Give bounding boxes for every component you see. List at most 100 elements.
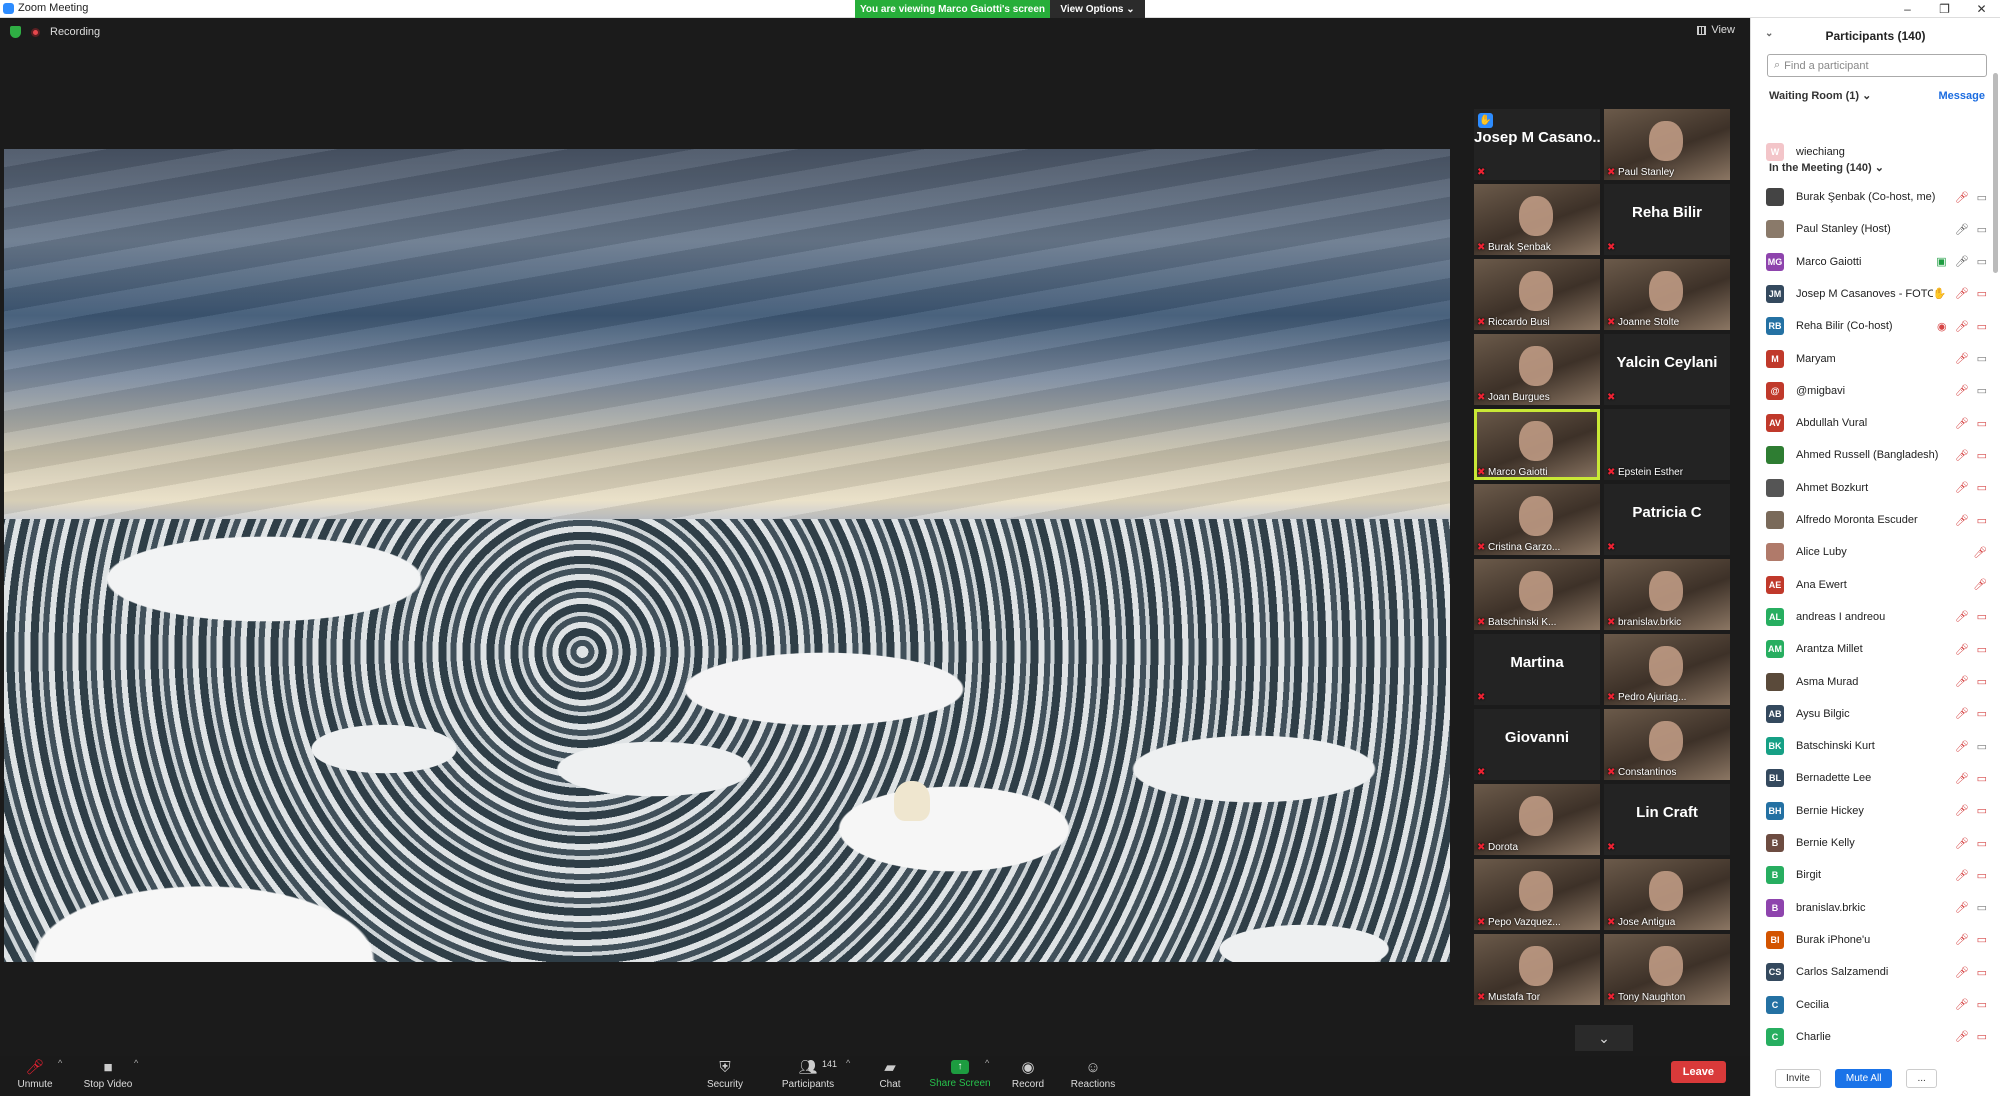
participant-row[interactable]: AM Arantza Millet 🎤︎ ▭	[1761, 633, 1991, 665]
participant-row[interactable]: Alfredo Moronta Escuder 🎤︎ ▭	[1761, 504, 1991, 536]
video-tile[interactable]: ✖ Epstein Esther	[1604, 409, 1730, 480]
participant-row[interactable]: BH Bernie Hickey 🎤︎ ▭	[1761, 795, 1991, 827]
participant-status: 🎤︎ ▭	[1955, 610, 1987, 623]
avatar: M	[1766, 349, 1784, 368]
tile-name-label: ✖ Pepo Vazquez...	[1477, 917, 1561, 928]
participant-row[interactable]: Asma Murad 🎤︎ ▭	[1761, 666, 1991, 698]
video-tile[interactable]: Yalcin Ceylani ✖	[1604, 334, 1730, 405]
video-tile[interactable]: ✖ Joanne Stolte	[1604, 259, 1730, 330]
participant-row[interactable]: MG Marco Gaiotti ▣ 🎤︎ ▭	[1761, 246, 1991, 278]
reactions-button[interactable]: ☺ Reactions	[1058, 1056, 1128, 1096]
record-button[interactable]: ◉ Record	[993, 1056, 1063, 1096]
mic-muted-icon: 🎤︎	[1954, 934, 1969, 947]
video-tile[interactable]: Lin Craft ✖	[1604, 784, 1730, 855]
more-button[interactable]: ...	[1906, 1068, 1937, 1088]
video-tile[interactable]: ✖ Paul Stanley	[1604, 109, 1730, 180]
participant-row[interactable]: BL Bernadette Lee 🎤︎ ▭	[1761, 762, 1991, 794]
audio-options-caret[interactable]: ^	[58, 1058, 62, 1068]
mic-muted-icon: 🎤︎	[1954, 191, 1969, 204]
video-tile[interactable]: Reha Bilir ✖	[1604, 184, 1730, 255]
participant-row[interactable]: CS Carlos Salzamendi 🎤︎ ▭	[1761, 956, 1991, 988]
restore-icon[interactable]: ❐	[1926, 0, 1963, 18]
video-tile[interactable]: ✖ Mustafa Tor	[1474, 934, 1600, 1005]
participant-row[interactable]: BI Burak iPhone'u 🎤︎ ▭	[1761, 924, 1991, 956]
collapse-chevron-icon[interactable]: ⌄	[1765, 28, 1773, 39]
participant-row[interactable]: B Birgit 🎤︎ ▭	[1761, 859, 1991, 891]
close-icon[interactable]: ✕	[1963, 0, 2000, 18]
mic-muted-icon: ✖	[1607, 616, 1616, 628]
mic-muted-icon: ✖	[1607, 916, 1616, 928]
video-tile[interactable]: ✋ Josep M Casano... ✖	[1474, 109, 1600, 180]
chat-label: Chat	[879, 1079, 901, 1090]
mic-muted-icon: 🎤︎	[1954, 708, 1969, 721]
video-tile[interactable]: Patricia C ✖	[1604, 484, 1730, 555]
waiting-room-toggle[interactable]: Waiting Room (1) ⌄	[1769, 89, 1871, 102]
in-meeting-toggle[interactable]: In the Meeting (140) ⌄	[1769, 161, 1884, 174]
video-tile[interactable]: ✖ Joan Burgues	[1474, 334, 1600, 405]
participant-row[interactable]: AE Ana Ewert 🎤︎	[1761, 569, 1991, 601]
participant-row[interactable]: @ @migbavi 🎤︎ ▭	[1761, 375, 1991, 407]
participant-row[interactable]: JM Josep M Casanoves - FOTO... ✋ 🎤︎ ▭	[1761, 278, 1991, 310]
video-tile[interactable]: ✖ branislav.brkic	[1604, 559, 1730, 630]
video-on-icon: ▭	[1976, 353, 1987, 365]
video-tile[interactable]: ✖ Cristina Garzo...	[1474, 484, 1600, 555]
video-tile[interactable]: ✖ Burak Şenbak	[1474, 184, 1600, 255]
invite-button[interactable]: Invite	[1775, 1068, 1821, 1088]
video-options-caret[interactable]: ^	[134, 1058, 138, 1068]
leave-button[interactable]: Leave	[1670, 1061, 1726, 1083]
participant-name: Ahmet Bozkurt	[1796, 481, 1869, 494]
tile-name: Jose Antigua	[1618, 917, 1676, 928]
participant-search-input[interactable]: ⌕ Find a participant	[1767, 54, 1987, 77]
participant-row[interactable]: Alice Luby 🎤︎	[1761, 536, 1991, 568]
video-tile[interactable]: ✖ Dorota	[1474, 784, 1600, 855]
participant-row[interactable]: AL andreas I andreou 🎤︎ ▭	[1761, 601, 1991, 633]
video-tile[interactable]: Giovanni ✖	[1474, 709, 1600, 780]
participant-row[interactable]: Burak Şenbak (Co-host, me) 🎤︎ ▭	[1761, 181, 1991, 213]
participant-row[interactable]: C Charlie 🎤︎ ▭	[1761, 1021, 1991, 1053]
mic-muted-icon: ✖	[1607, 766, 1616, 778]
participant-row[interactable]: AB Aysu Bilgic 🎤︎ ▭	[1761, 698, 1991, 730]
mic-muted-icon: ✖	[1477, 391, 1486, 403]
video-tile[interactable]: ✖ Tony Naughton	[1604, 934, 1730, 1005]
gallery-next-page-button[interactable]: ⌄	[1575, 1025, 1633, 1051]
mic-muted-icon: ✖	[1477, 916, 1486, 928]
view-button[interactable]: View	[1697, 24, 1735, 36]
video-tile[interactable]: ✖ Riccardo Busi	[1474, 259, 1600, 330]
minimize-icon[interactable]: –	[1889, 0, 1926, 18]
video-tile[interactable]: Martina ✖	[1474, 634, 1600, 705]
chat-button[interactable]: ▰ Chat	[855, 1056, 925, 1096]
participant-row[interactable]: Paul Stanley (Host) 🎤︎ ▭	[1761, 213, 1991, 245]
participant-row[interactable]: BK Batschinski Kurt 🎤︎ ▭	[1761, 730, 1991, 762]
mic-muted-icon: 🎤︎	[1954, 837, 1969, 850]
video-off-icon: ▭	[1976, 966, 1987, 979]
stop-video-button[interactable]: ■ Stop Video	[73, 1056, 143, 1096]
participant-row[interactable]: Bbranislav.brkic 🎤︎ ▭	[1761, 892, 1991, 924]
avatar	[1766, 220, 1784, 239]
video-tile[interactable]: ✖ Marco Gaiotti	[1474, 409, 1600, 480]
security-button[interactable]: ⛨ Security	[690, 1056, 760, 1096]
participant-row[interactable]: AV Abdullah Vural 🎤︎ ▭	[1761, 407, 1991, 439]
participant-row[interactable]: M Maryam 🎤︎ ▭	[1761, 343, 1991, 375]
panel-scrollbar[interactable]	[1993, 73, 1998, 273]
participants-options-caret[interactable]: ^	[846, 1058, 850, 1068]
participant-row[interactable]: B Bernie Kelly 🎤︎ ▭	[1761, 827, 1991, 859]
encryption-shield-icon[interactable]	[10, 26, 21, 38]
message-button[interactable]: Message	[1939, 90, 1985, 102]
view-options-button[interactable]: View Options ⌄	[1050, 0, 1145, 18]
video-tile[interactable]: ✖ Batschinski K...	[1474, 559, 1600, 630]
participant-row[interactable]: C Cecilia 🎤︎ ▭	[1761, 989, 1991, 1021]
video-tile[interactable]: ✖ Constantinos	[1604, 709, 1730, 780]
participant-name: Charlie	[1796, 1030, 1831, 1043]
participant-name: Ana Ewert	[1796, 578, 1847, 591]
video-tile[interactable]: ✖ Pedro Ajuriag...	[1604, 634, 1730, 705]
participant-row[interactable]: RB Reha Bilir (Co-host) ◉ 🎤︎ ▭	[1761, 310, 1991, 342]
participant-status: 🎤︎	[1973, 546, 1987, 559]
participant-row[interactable]: Ahmet Bozkurt 🎤︎ ▭	[1761, 472, 1991, 504]
video-tile[interactable]: ✖ Jose Antigua	[1604, 859, 1730, 930]
meeting-toolbar: 🎤︎ Unmute ^ ■ Stop Video ^ ⛨ Security 👥︎…	[0, 1056, 1750, 1096]
share-options-caret[interactable]: ^	[985, 1058, 989, 1068]
video-tile[interactable]: ✖ Pepo Vazquez...	[1474, 859, 1600, 930]
participant-name: Bernadette Lee	[1796, 772, 1872, 785]
mute-all-button[interactable]: Mute All	[1834, 1068, 1893, 1088]
participant-row[interactable]: Ahmed Russell (Bangladesh) 🎤︎ ▭	[1761, 439, 1991, 471]
